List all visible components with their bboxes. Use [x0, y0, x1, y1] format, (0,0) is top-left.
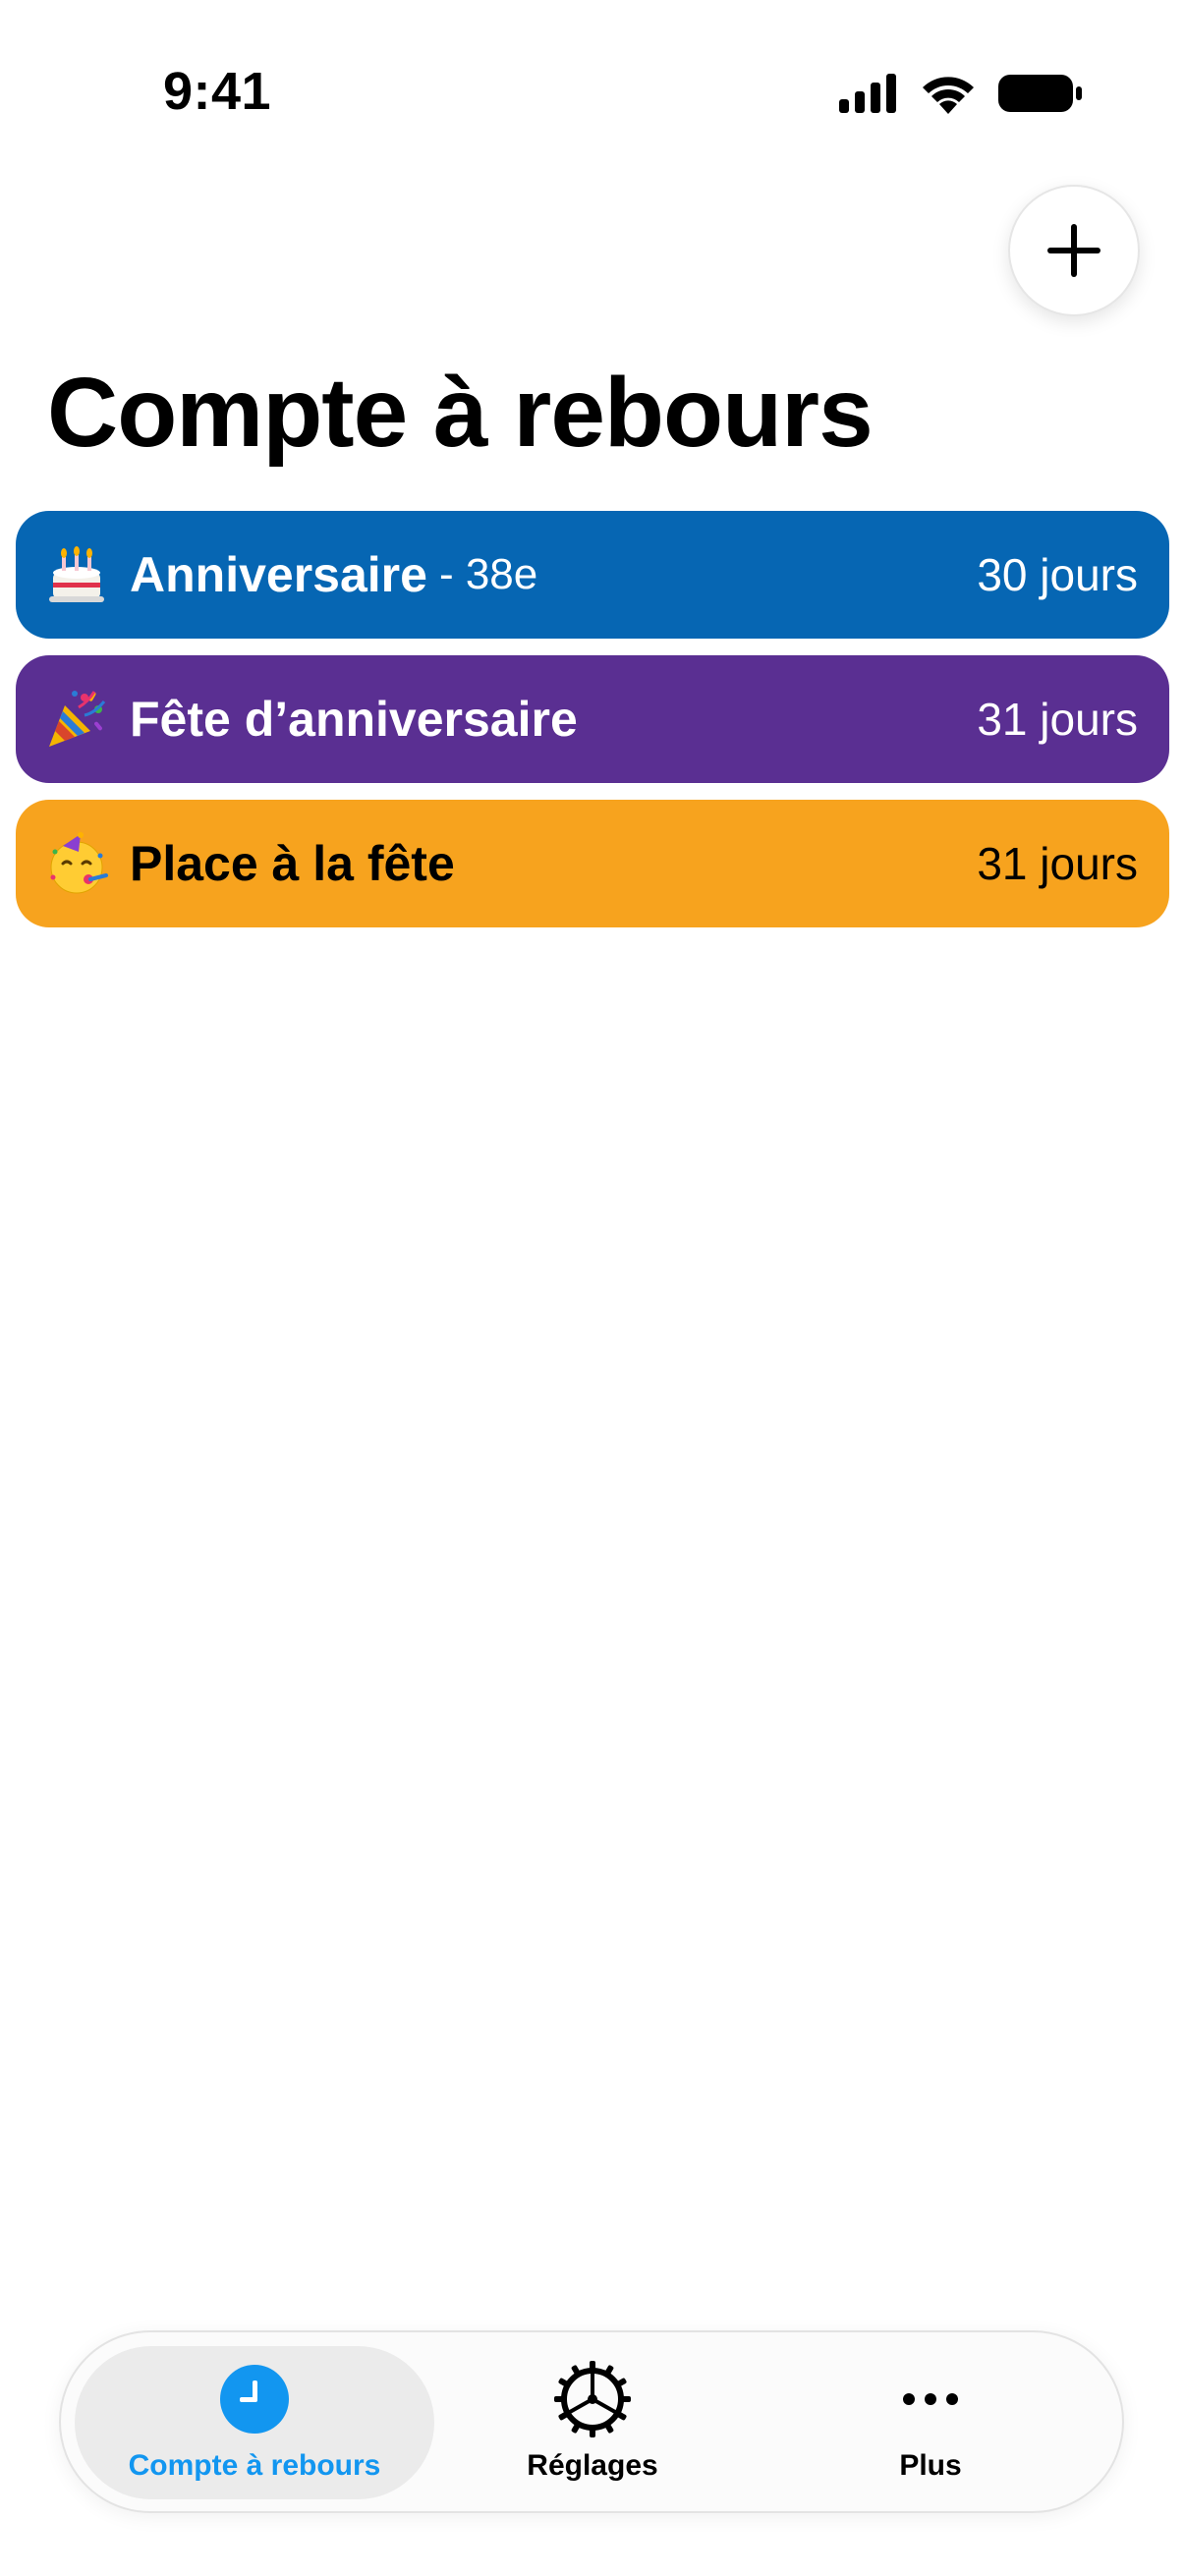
countdown-title: Place à la fête	[130, 836, 455, 891]
countdown-item-place-fete[interactable]: Place à la fête 31 jours	[16, 800, 1169, 927]
tab-reglages[interactable]: Réglages	[425, 2332, 760, 2511]
party-popper-icon	[49, 691, 106, 747]
countdown-item-anniversaire[interactable]: Anniversaire - 38e 30 jours	[16, 511, 1169, 639]
countdown-list: Anniversaire - 38e 30 jours Fête d’anniv…	[16, 511, 1169, 944]
tab-plus[interactable]: Plus	[763, 2332, 1098, 2511]
tab-label: Réglages	[527, 2449, 658, 2482]
tab-label: Plus	[899, 2449, 962, 2482]
countdown-title: Fête d’anniversaire	[130, 692, 578, 747]
tab-bar: Compte à rebours Réglages Plus	[59, 2330, 1124, 2513]
cellular-signal-icon	[839, 74, 896, 113]
countdown-days: 30 jours	[977, 549, 1138, 600]
countdown-days: 31 jours	[977, 838, 1138, 889]
countdown-title: Anniversaire	[130, 547, 427, 602]
tab-compte-a-rebours[interactable]: Compte à rebours	[87, 2332, 422, 2511]
add-countdown-button[interactable]	[1008, 185, 1140, 316]
status-time: 9:41	[163, 62, 272, 121]
gear-icon	[554, 2361, 631, 2437]
tab-label: Compte à rebours	[128, 2449, 381, 2482]
status-bar: 9:41	[0, 0, 1185, 177]
wifi-icon	[923, 77, 974, 114]
birthday-cake-icon	[49, 546, 104, 602]
clock-icon	[220, 2365, 289, 2434]
page-title: Compte à rebours	[47, 358, 874, 468]
battery-icon	[998, 75, 1082, 112]
countdown-item-fete-anniversaire[interactable]: Fête d’anniversaire 31 jours	[16, 655, 1169, 783]
status-icons	[839, 73, 1083, 114]
countdown-subtitle: - 38e	[438, 550, 538, 598]
plus-icon	[1047, 224, 1100, 277]
countdown-days: 31 jours	[977, 694, 1138, 745]
more-icon	[903, 2393, 958, 2405]
partying-face-icon	[50, 832, 108, 894]
